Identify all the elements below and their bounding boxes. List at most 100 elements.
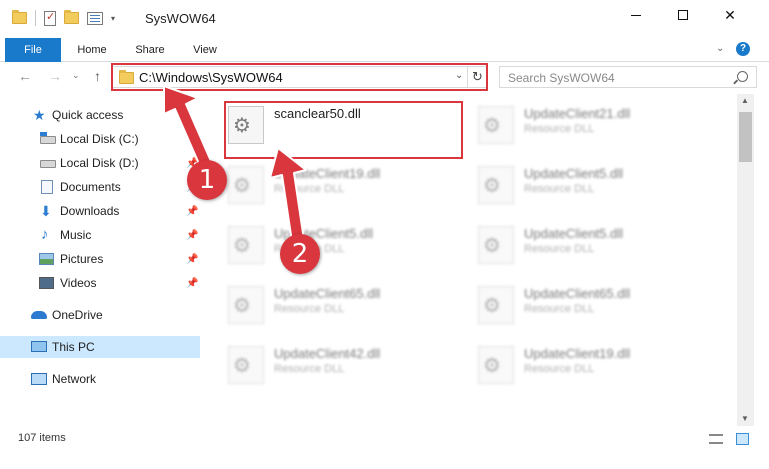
step-1-badge: 1 [187, 160, 227, 200]
downloads-icon: ⬇ [40, 203, 52, 219]
pc-icon [31, 341, 47, 352]
file-item[interactable]: UpdateClient42.dll Resource DLL [202, 334, 442, 386]
recent-locations-icon[interactable]: ⌄ [72, 70, 80, 81]
pin-icon[interactable]: 📌 [186, 278, 198, 289]
sidebar-item-label: Videos [60, 276, 97, 290]
dll-file-icon [228, 226, 264, 264]
maximize-button[interactable] [660, 0, 706, 30]
details-view-icon[interactable] [709, 434, 723, 444]
address-highlight-box [111, 63, 488, 91]
navigation-pane: ★ Quick access Local Disk (C:) Local Dis… [0, 94, 202, 422]
tab-home[interactable]: Home [66, 38, 118, 62]
sidebar-item-quick-access[interactable]: ★ Quick access [0, 104, 200, 126]
sidebar-item-network[interactable]: Network [0, 368, 200, 390]
file-item[interactable]: UpdateClient19.dll Resource DLL [202, 154, 442, 206]
star-icon: ★ [33, 107, 46, 123]
file-name: UpdateClient42.dll [274, 346, 381, 361]
sidebar-item-label: This PC [52, 340, 95, 354]
sidebar-item-label: Music [60, 228, 92, 242]
sidebar-item-music[interactable]: ♪ Music 📌 [0, 224, 200, 246]
back-arrow-icon[interactable]: ← [18, 68, 32, 84]
sidebar-item-label: OneDrive [52, 308, 103, 322]
sidebar-item-label: Documents [60, 180, 121, 194]
file-item[interactable]: UpdateClient5.dll Resource DLL [452, 154, 692, 206]
scroll-down-icon[interactable]: ▼ [741, 414, 749, 423]
file-item[interactable]: UpdateClient5.dll Resource DLL [452, 214, 692, 266]
sidebar-item-documents[interactable]: Documents 📌 [0, 176, 200, 198]
file-item[interactable]: UpdateClient5.dll Resource DLL [202, 214, 442, 266]
folder-icon[interactable] [12, 10, 27, 24]
sidebar-item-pictures[interactable]: Pictures 📌 [0, 248, 200, 270]
file-name: UpdateClient19.dll [524, 346, 631, 361]
onedrive-icon [31, 311, 47, 319]
pin-icon[interactable]: 📌 [186, 254, 198, 265]
network-icon [31, 373, 47, 385]
pin-icon[interactable]: 📌 [186, 230, 198, 241]
file-name: UpdateClient21.dll [524, 106, 631, 121]
dll-file-icon [228, 286, 264, 324]
ribbon-expand-icon[interactable]: ⌄ [716, 43, 724, 54]
file-type: Resource DLL [524, 243, 595, 255]
item-count: 107 items [18, 432, 66, 444]
scrollbar-thumb[interactable] [739, 112, 752, 162]
up-arrow-icon[interactable]: ↑ [94, 68, 101, 84]
sidebar-item-local-disk-d[interactable]: Local Disk (D:) 📌 [0, 152, 200, 174]
file-type: Resource DLL [524, 303, 595, 315]
sidebar-item-label: Local Disk (C:) [60, 132, 139, 146]
file-name: UpdateClient5.dll [524, 166, 624, 181]
videos-icon [39, 277, 54, 289]
file-name: UpdateClient65.dll [524, 286, 631, 301]
file-highlight-box [224, 101, 463, 159]
quick-access-dropdown-icon[interactable]: ▾ [111, 14, 115, 23]
close-icon: ✕ [724, 6, 736, 23]
title-bar: ▾ SysWOW64 ✕ [0, 0, 769, 38]
properties-check-icon[interactable] [44, 10, 56, 26]
file-item[interactable]: UpdateClient65.dll Resource DLL [452, 274, 692, 326]
sidebar-item-videos[interactable]: Videos 📌 [0, 272, 200, 294]
tab-file[interactable]: File [5, 38, 61, 62]
sidebar-item-onedrive[interactable]: OneDrive [0, 304, 200, 326]
step-2-badge: 2 [280, 234, 320, 274]
pin-icon[interactable]: 📌 [186, 206, 198, 217]
tab-view[interactable]: View [183, 38, 227, 62]
documents-icon [41, 180, 53, 194]
sidebar-item-label: Local Disk (D:) [60, 156, 139, 170]
sidebar-item-label: Network [52, 372, 97, 386]
dll-file-icon [478, 346, 514, 384]
drive-icon [40, 160, 56, 168]
forward-arrow-icon[interactable]: → [48, 68, 62, 84]
file-item[interactable]: UpdateClient21.dll Resource DLL [452, 94, 692, 146]
file-item[interactable]: UpdateClient19.dll Resource DLL [452, 334, 692, 386]
file-type: Resource DLL [274, 303, 345, 315]
music-icon: ♪ [41, 226, 49, 243]
dll-file-icon [478, 286, 514, 324]
minimize-icon [631, 14, 641, 16]
toolbar-divider [35, 10, 36, 26]
scroll-up-icon[interactable]: ▲ [741, 96, 749, 105]
customize-list-icon[interactable] [87, 11, 103, 25]
file-type: Resource DLL [524, 123, 595, 135]
sidebar-item-local-disk-c[interactable]: Local Disk (C:) [0, 128, 200, 150]
help-icon[interactable]: ? [736, 42, 750, 56]
tab-share[interactable]: Share [125, 38, 175, 62]
sidebar-item-label: Downloads [60, 204, 120, 218]
status-bar: 107 items [0, 429, 769, 449]
search-placeholder: Search SysWOW64 [508, 71, 615, 85]
minimize-button[interactable] [613, 0, 659, 30]
drive-icon [40, 132, 56, 144]
window-title: SysWOW64 [145, 11, 216, 26]
new-folder-icon[interactable] [64, 10, 79, 24]
search-input[interactable]: Search SysWOW64 [499, 66, 757, 88]
file-type: Resource DLL [524, 183, 595, 195]
maximize-icon [678, 10, 688, 20]
pictures-icon [39, 253, 54, 265]
file-name: UpdateClient19.dll [274, 166, 381, 181]
sidebar-item-this-pc[interactable]: This PC [0, 336, 200, 358]
file-item[interactable]: UpdateClient65.dll Resource DLL [202, 274, 442, 326]
close-button[interactable]: ✕ [707, 0, 753, 30]
sidebar-item-downloads[interactable]: ⬇ Downloads 📌 [0, 200, 200, 222]
ribbon-tabs: File Home Share View ⌄ ? [0, 38, 769, 62]
file-type: Resource DLL [524, 363, 595, 375]
large-icons-view-icon[interactable] [736, 433, 749, 445]
search-icon[interactable] [737, 71, 748, 82]
